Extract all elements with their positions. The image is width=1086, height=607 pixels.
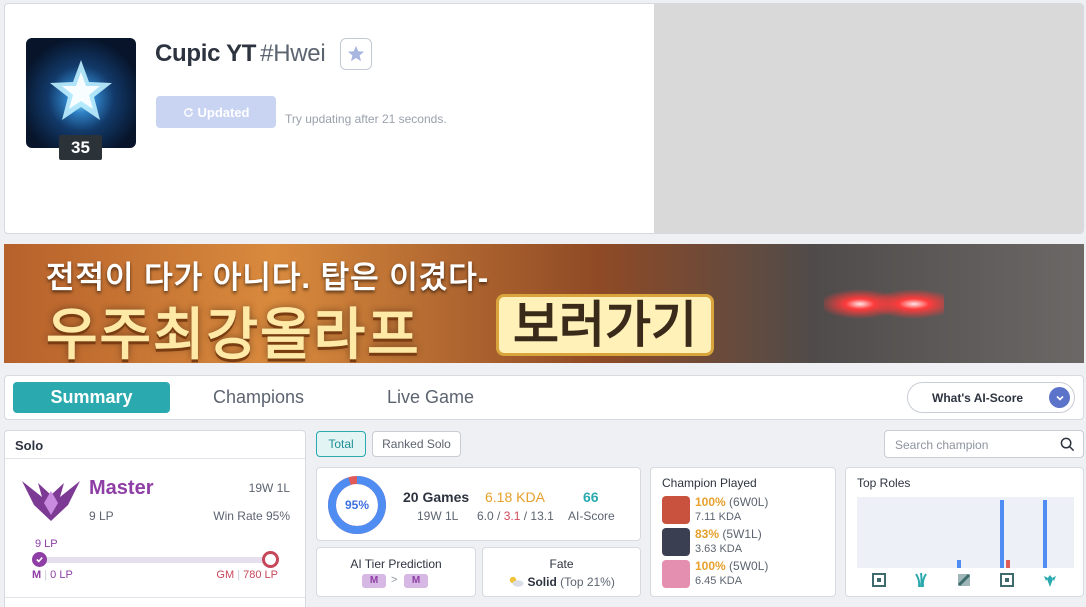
divider bbox=[5, 597, 305, 598]
support-role-icon bbox=[1044, 575, 1056, 587]
fate-level: Solid bbox=[527, 575, 557, 589]
star-icon bbox=[347, 45, 365, 62]
avatar bbox=[26, 38, 136, 148]
start-rank: M bbox=[32, 569, 42, 581]
prediction-title: AI Tier Prediction bbox=[350, 557, 442, 571]
filter-ranked-solo[interactable]: Ranked Solo bbox=[372, 431, 461, 457]
fate-detail: (Top 21%) bbox=[560, 575, 615, 589]
update-button[interactable]: Updated bbox=[156, 96, 276, 128]
fate-value: Solid (Top 21%) bbox=[483, 575, 640, 589]
champion-wr: 100% bbox=[695, 495, 726, 509]
tier-name: Master bbox=[89, 477, 154, 499]
role-games-bar bbox=[957, 560, 961, 568]
top-roles-title: Top Roles bbox=[857, 476, 911, 490]
tab-live-game[interactable]: Live Game bbox=[387, 382, 474, 413]
champion-record: (5W0L) bbox=[729, 559, 769, 573]
ai-score-label: What's AI-Score bbox=[932, 390, 1024, 405]
solo-header: Solo bbox=[5, 431, 305, 459]
kills: 6.0 bbox=[477, 509, 494, 523]
kda-breakdown: 6.0 / 3.1 / 13.1 bbox=[477, 509, 554, 523]
deaths: 3.1 bbox=[503, 509, 521, 523]
role-games-bar bbox=[1000, 500, 1004, 568]
jungle-role-icon bbox=[915, 572, 927, 588]
summoner-name: Cupic YT #Hwei bbox=[155, 40, 326, 68]
star-emblem-icon bbox=[50, 60, 112, 120]
tab-champions[interactable]: Champions bbox=[213, 382, 304, 413]
champion-played-card: Champion Played 100% (6W0L) 7.11 KDA 83%… bbox=[650, 467, 836, 597]
win-rate-pct: 95% bbox=[344, 498, 370, 512]
next-tier-marker bbox=[262, 551, 279, 568]
champion-portrait bbox=[662, 528, 690, 556]
solo-record: 19W 1L bbox=[248, 481, 290, 495]
solo-rank-panel: Solo Master 9 LP 19W 1L Win Rate 95% 9 L… bbox=[4, 430, 306, 607]
games-count: 20 Games bbox=[403, 489, 470, 505]
prediction-to: M bbox=[404, 574, 428, 588]
ai-score-button[interactable]: What's AI-Score bbox=[907, 382, 1075, 413]
prediction-from: M bbox=[362, 574, 386, 588]
master-emblem-icon bbox=[22, 481, 80, 521]
lp-progress-bar bbox=[41, 557, 269, 563]
role-bar-chart bbox=[857, 497, 1074, 568]
arrow-right-icon: > bbox=[391, 574, 398, 586]
kda-value: 6.18 KDA bbox=[485, 489, 545, 505]
ai-score-caption: AI-Score bbox=[568, 509, 615, 523]
summoner-name-text: Cupic YT bbox=[155, 40, 257, 67]
banner-line2: 우주최강올라프 bbox=[46, 303, 421, 363]
partly-cloudy-icon bbox=[509, 576, 524, 587]
champion-kda: 7.11 KDA bbox=[695, 511, 742, 523]
level-badge: 35 bbox=[59, 135, 102, 160]
role-games-bar bbox=[1043, 500, 1047, 568]
banner-cta[interactable]: 보러가기 bbox=[496, 294, 714, 356]
top-roles-card: Top Roles bbox=[845, 467, 1084, 597]
update-button-label: Updated bbox=[197, 104, 250, 120]
refresh-icon bbox=[183, 107, 193, 117]
search-placeholder: Search champion bbox=[895, 438, 989, 452]
champion-record: (6W0L) bbox=[729, 495, 769, 509]
end-lp: 780 LP bbox=[243, 569, 278, 581]
top-role-icon bbox=[872, 573, 886, 587]
champion-win-rate: 100% (5W0L) bbox=[695, 559, 768, 573]
progress-end: GM | 780 LP bbox=[216, 569, 278, 581]
champion-win-rate: 83% (5W1L) bbox=[695, 527, 762, 541]
fate-title: Fate bbox=[549, 557, 574, 571]
profile-card: 35 Cupic YT #Hwei Updated Try updating af… bbox=[4, 3, 1084, 234]
champion-win-rate: 100% (6W0L) bbox=[695, 495, 768, 509]
chevron-down-icon bbox=[1049, 387, 1070, 408]
champion-wr: 100% bbox=[695, 559, 726, 573]
bot-role-icon bbox=[1000, 573, 1014, 587]
champion-portrait bbox=[662, 496, 690, 524]
mid-role-icon bbox=[957, 573, 971, 587]
checkmark-icon bbox=[32, 552, 47, 567]
promo-banner[interactable]: 전적이 다가 아니다. 탑은 이겼다- 우주최강올라프 보러가기 bbox=[4, 244, 1084, 363]
update-note: Try updating after 21 seconds. bbox=[285, 112, 447, 126]
filter-total[interactable]: Total bbox=[316, 431, 366, 457]
search-icon bbox=[1060, 437, 1075, 452]
tier-lp: 9 LP bbox=[89, 509, 114, 523]
tab-bar: Summary Champions Live Game What's AI-Sc… bbox=[4, 375, 1084, 420]
end-rank: GM bbox=[216, 569, 235, 581]
ai-tier-prediction-card: AI Tier Prediction M > M bbox=[316, 547, 476, 597]
champion-portrait bbox=[662, 560, 690, 588]
tab-summary[interactable]: Summary bbox=[13, 382, 170, 413]
solo-win-rate: Win Rate 95% bbox=[213, 509, 290, 523]
assists: 13.1 bbox=[530, 509, 554, 523]
banner-glow bbox=[824, 274, 944, 334]
champion-record: (5W1L) bbox=[722, 527, 762, 541]
progress-lp: 9 LP bbox=[35, 538, 58, 550]
role-loss-bar bbox=[1006, 560, 1010, 568]
champion-wr: 83% bbox=[695, 527, 720, 541]
ad-placeholder bbox=[654, 4, 1083, 233]
champion-kda: 6.45 KDA bbox=[695, 575, 743, 587]
games-summary-card: 95% 20 Games 19W 1L 6.18 KDA 6.0 / 3.1 /… bbox=[316, 467, 641, 541]
start-lp: 0 LP bbox=[50, 569, 73, 581]
favorite-button[interactable] bbox=[340, 38, 372, 70]
summoner-tag: #Hwei bbox=[260, 40, 326, 67]
search-input[interactable]: Search champion bbox=[884, 430, 1084, 458]
champion-kda: 3.63 KDA bbox=[695, 543, 743, 555]
games-record: 19W 1L bbox=[417, 509, 459, 523]
ai-score-value: 66 bbox=[583, 489, 599, 505]
champion-played-title: Champion Played bbox=[662, 476, 757, 490]
progress-start: M | 0 LP bbox=[32, 569, 73, 581]
fate-card: Fate Solid (Top 21%) bbox=[482, 547, 641, 597]
